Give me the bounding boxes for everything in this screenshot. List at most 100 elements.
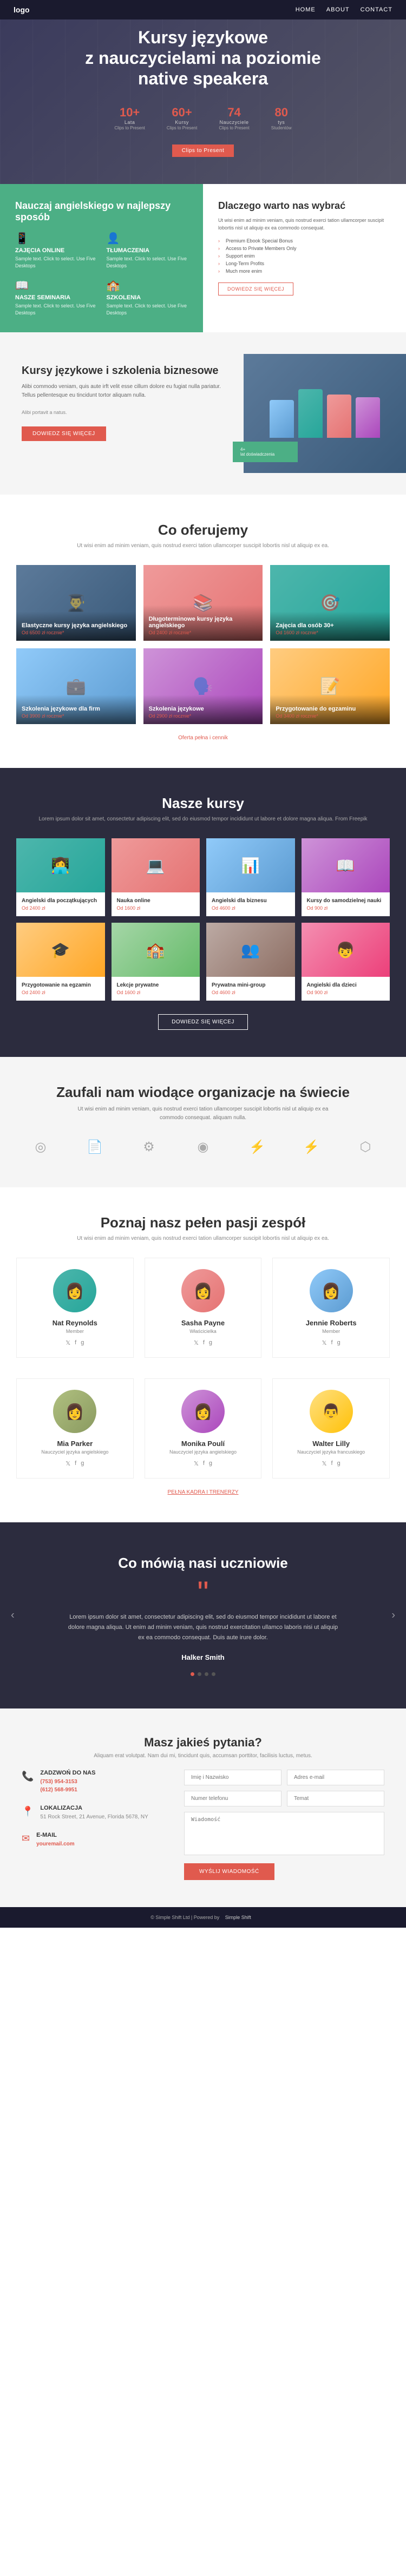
dot-0[interactable] — [191, 1672, 194, 1676]
course-price-2: Od 4600 zł — [212, 905, 290, 911]
dot-2[interactable] — [205, 1672, 208, 1676]
contact-email-val: youremail.com — [36, 1840, 75, 1848]
biz-badge-text: lat doświadczenia — [240, 452, 290, 457]
offer-price-1: Od 2400 zł rocznie* — [149, 630, 258, 635]
course-info-3: Kursy do samodzielnej nauki Od 900 zł — [302, 892, 390, 916]
team-card-5: 👨 Walter Lilly Nauczyciel języka francus… — [272, 1378, 390, 1478]
footer-link[interactable]: Simple Shift — [225, 1915, 251, 1920]
courses-title: Nasze kursy — [16, 795, 390, 812]
dot-1[interactable] — [198, 1672, 201, 1676]
team-social-fb-5[interactable]: f — [331, 1460, 333, 1467]
offer-title-5: Przygotowanie do egzaminu — [276, 706, 384, 712]
team-social-g-5[interactable]: g — [337, 1460, 340, 1467]
form-phone-input[interactable] — [184, 1791, 281, 1806]
courses-btn-wrap: DOWIEDZ SIĘ WIĘCEJ — [16, 1014, 390, 1030]
course-card-5[interactable]: 🏫 Lekcje prywatne Od 1600 zł — [112, 923, 200, 1001]
form-submit-button[interactable]: WYŚLIJ WIADOMOŚĆ — [184, 1863, 274, 1880]
courses-subtitle: Lorem ipsum dolor sit amet, consectetur … — [16, 816, 390, 822]
trust-subtitle: Ut wisi enim ad minim veniam, quis nostr… — [68, 1105, 338, 1122]
info-right-btn[interactable]: DOWIEDZ SIĘ WIĘCEJ — [218, 282, 293, 295]
course-info-2: Angielski dla biznesu Od 4600 zł — [206, 892, 295, 916]
offer-card-4[interactable]: 🗣️ Szkolenia językowe Od 2900 zł rocznie… — [143, 648, 263, 724]
form-email-input[interactable] — [287, 1770, 384, 1785]
course-title-1: Nauka online — [117, 898, 195, 904]
offer-price-5: Od 3400 zł rocznie* — [276, 713, 384, 719]
contact-location: 📍 LOKALIZACJA 51 Rock Street, 21 Avenue,… — [22, 1805, 162, 1821]
form-name-input[interactable] — [184, 1770, 281, 1785]
team-social-tw-2[interactable]: 𝕏 — [322, 1339, 327, 1346]
team-social-fb-2[interactable]: f — [331, 1339, 333, 1346]
offers-section: Co oferujemy Ut wisi enim ad minim venia… — [0, 495, 406, 768]
course-card-4[interactable]: 🎓 Przygotowanie na egzamin Od 2400 zł — [16, 923, 105, 1001]
nav-contact[interactable]: CONTACT — [361, 6, 392, 13]
team-social-fb-1[interactable]: f — [203, 1339, 205, 1346]
nav-about[interactable]: ABOUT — [326, 6, 350, 13]
team-social-tw-3[interactable]: 𝕏 — [66, 1460, 70, 1467]
courses-btn[interactable]: DOWIEDZ SIĘ WIĘCEJ — [158, 1014, 248, 1030]
offer-card-3[interactable]: 💼 Szkolenia językowe dla firm Od 3900 zł… — [16, 648, 136, 724]
course-card-2[interactable]: 📊 Angielski dla biznesu Od 4600 zł — [206, 838, 295, 916]
hero-cta-button[interactable]: Clips to Present — [172, 144, 234, 157]
avatar-mia: 👩 — [53, 1390, 96, 1433]
testimonial-name: Halker Smith — [22, 1653, 384, 1661]
team-social-g-2[interactable]: g — [337, 1339, 340, 1346]
offer-card-2[interactable]: 🎯 Zajęcia dla osób 30+ Od 1600 zł roczni… — [270, 565, 390, 641]
form-row-2 — [184, 1791, 384, 1806]
team-social-g-4[interactable]: g — [209, 1460, 212, 1467]
course-card-6[interactable]: 👥 Prywatna mini-group Od 4600 zł — [206, 923, 295, 1001]
team-social-fb-4[interactable]: f — [203, 1460, 205, 1467]
offer-card-5[interactable]: 📝 Przygotowanie do egzaminu Od 3400 zł r… — [270, 648, 390, 724]
header: logo HOME ABOUT CONTACT — [0, 0, 406, 19]
offer-overlay-5: Przygotowanie do egzaminu Od 3400 zł roc… — [270, 695, 390, 724]
team-social-fb-3[interactable]: f — [75, 1460, 76, 1467]
team-social-g-1[interactable]: g — [209, 1339, 212, 1346]
team-social-tw-4[interactable]: 𝕏 — [194, 1460, 199, 1467]
team-social-fb-0[interactable]: f — [75, 1339, 76, 1346]
team-socials-0: 𝕏 f g — [25, 1339, 125, 1346]
info-item-translation: 👤 TŁUMACZENIA Sample text. Click to sele… — [107, 232, 188, 269]
course-price-4: Od 2400 zł — [22, 990, 100, 995]
team-card-2: 👩 Jennie Roberts Member 𝕏 f g — [272, 1258, 390, 1358]
course-info-1: Nauka online Od 1600 zł — [112, 892, 200, 916]
team-name-5: Walter Lilly — [281, 1440, 381, 1448]
contact-right: WYŚLIJ WIADOMOŚĆ — [184, 1770, 384, 1880]
team-social-tw-1[interactable]: 𝕏 — [194, 1339, 199, 1346]
testimonial-text: Lorem ipsum dolor sit amet, consectetur … — [68, 1612, 338, 1642]
course-price-7: Od 900 zł — [307, 990, 385, 995]
seminars-icon: 📖 — [15, 279, 97, 292]
nav-home[interactable]: HOME — [296, 6, 316, 13]
contact-phone-val-1: (612) 568-9951 — [40, 1786, 95, 1794]
course-card-0[interactable]: 👩‍💻 Angielski dla początkujących Od 2400… — [16, 838, 105, 916]
team-name-1: Sasha Payne — [153, 1319, 253, 1327]
form-subject-input[interactable] — [287, 1791, 384, 1806]
offer-price-4: Od 2900 zł rocznie* — [149, 713, 258, 719]
dot-3[interactable] — [212, 1672, 215, 1676]
contact-subtitle: Aliquam erat volutpat. Nam dui mi, tinci… — [22, 1753, 384, 1759]
course-card-7[interactable]: 👦 Angielski dla dzieci Od 900 zł — [302, 923, 390, 1001]
team-social-tw-0[interactable]: 𝕏 — [66, 1339, 70, 1346]
course-img-4: 🎓 — [16, 923, 105, 977]
testimonial-next-arrow[interactable]: › — [391, 1609, 395, 1622]
team-social-tw-5[interactable]: 𝕏 — [322, 1460, 327, 1467]
offers-link[interactable]: Oferta pełna i cennik — [16, 735, 390, 741]
testimonial-prev-arrow[interactable]: ‹ — [11, 1609, 15, 1622]
hero-stats: 10+ Lata Clips to Present 60+ Kursy Clip… — [85, 106, 321, 131]
biz-btn[interactable]: DOWIEDZ SIĘ WIĘCEJ — [22, 426, 106, 441]
course-card-1[interactable]: 💻 Nauka online Od 1600 zł — [112, 838, 200, 916]
team-social-g-0[interactable]: g — [81, 1339, 84, 1346]
team-social-g-3[interactable]: g — [81, 1460, 84, 1467]
info-item-translation-title: TŁUMACZENIA — [107, 247, 188, 254]
hero-stat-students: 80 tys Studentów — [271, 106, 292, 131]
hero-stat-teachers: 74 Nauczyciele Clips to Present — [219, 106, 249, 131]
offer-card-0[interactable]: 👨‍🎓 Elastyczne kursy języka angielskiego… — [16, 565, 136, 641]
form-message-input[interactable] — [184, 1812, 384, 1855]
team-socials-2: 𝕏 f g — [281, 1339, 381, 1346]
offer-card-1[interactable]: 📚 Długoterminowe kursy języka angielskie… — [143, 565, 263, 641]
trainings-icon: 🏫 — [107, 279, 188, 292]
course-card-3[interactable]: 📖 Kursy do samodzielnej nauki Od 900 zł — [302, 838, 390, 916]
biz-desc: Alibi portavit a natus. — [22, 409, 222, 416]
header-nav: HOME ABOUT CONTACT — [296, 6, 392, 13]
list-item-4: Long-Term Profits — [218, 260, 391, 267]
testimonial-dots — [22, 1672, 384, 1676]
team-link[interactable]: PEŁNA KADRA I TRENERZY — [16, 1489, 390, 1495]
